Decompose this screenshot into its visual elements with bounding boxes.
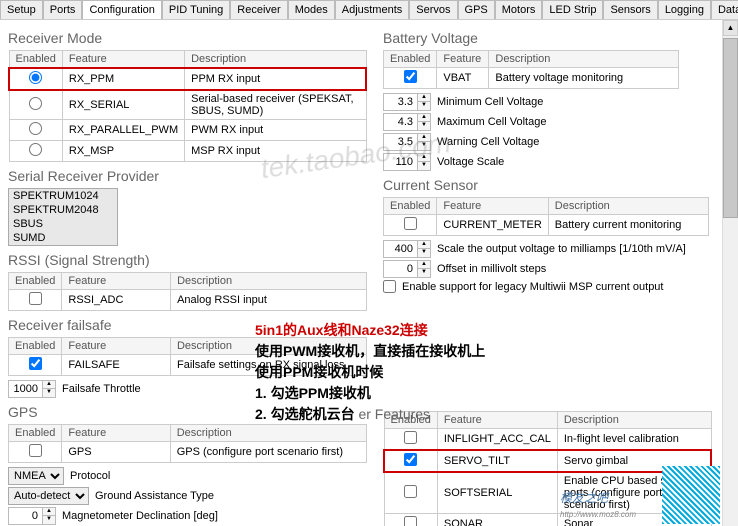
rssi-table: Enabled Feature Description RSSI_ADC Ana… [8, 272, 367, 311]
gps-mag-label: Magnetometer Declination [deg] [62, 510, 218, 522]
rx-desc: PPM RX input [185, 68, 366, 90]
tab-led-strip[interactable]: LED Strip [542, 0, 603, 19]
legacy-msp-checkbox[interactable] [383, 280, 396, 293]
rx-desc: Serial-based receiver (SPEKSAT, SBUS, SU… [185, 90, 366, 120]
tab-receiver[interactable]: Receiver [230, 0, 287, 19]
warn-cell-spinner[interactable]: 3.5▲▼ [383, 133, 431, 151]
provider-option[interactable]: SUMD [9, 231, 117, 245]
battery-table: Enabled Feature Description VBAT Battery… [383, 50, 679, 89]
failsafe-feature: FAILSAFE [62, 355, 171, 376]
current-title: Current Sensor [383, 177, 712, 193]
col-enabled: Enabled [9, 51, 62, 69]
tab-servos[interactable]: Servos [409, 0, 457, 19]
rssi-desc: Analog RSSI input [171, 290, 367, 311]
tab-gps[interactable]: GPS [458, 0, 495, 19]
current-scale-spinner[interactable]: 400▲▼ [383, 240, 431, 258]
rssi-enabled-checkbox[interactable] [29, 292, 42, 305]
gps-protocol-select[interactable]: NMEA [8, 467, 64, 485]
current-feature: CURRENT_METER [437, 215, 548, 236]
rx-desc: MSP RX input [185, 141, 366, 162]
other-checkbox-softserial[interactable] [404, 485, 417, 498]
rssi-title: RSSI (Signal Strength) [8, 252, 367, 268]
other-desc: In-flight level calibration [557, 429, 711, 451]
vbat-enabled-checkbox[interactable] [404, 70, 417, 83]
battery-title: Battery Voltage [383, 30, 712, 46]
left-column: Receiver Mode Enabled Feature Descriptio… [0, 20, 375, 526]
failsafe-throttle-label: Failsafe Throttle [62, 383, 141, 395]
min-cell-spinner[interactable]: 3.3▲▼ [383, 93, 431, 111]
other-feature: INFLIGHT_ACC_CAL [437, 429, 557, 451]
other-feature: SERVO_TILT [437, 450, 557, 472]
right-column: Battery Voltage Enabled Feature Descript… [375, 20, 720, 526]
rssi-feature: RSSI_ADC [62, 290, 171, 311]
max-cell-spinner[interactable]: 4.3▲▼ [383, 113, 431, 131]
rx-feature: RX_SERIAL [62, 90, 184, 120]
current-offset-spinner[interactable]: 0▲▼ [383, 260, 431, 278]
gps-enabled-checkbox[interactable] [29, 444, 42, 457]
vbat-feature: VBAT [437, 68, 489, 89]
other-feature: SOFTSERIAL [437, 472, 557, 514]
gps-table: Enabled Feature Description GPS GPS (con… [8, 424, 367, 463]
current-desc: Battery current monitoring [548, 215, 708, 236]
spinner-up-icon: ▲ [43, 381, 55, 389]
gps-feature: GPS [62, 442, 170, 463]
receiver-mode-table: Enabled Feature Description RX_PPM PPM R… [8, 50, 367, 162]
tab-adjustments[interactable]: Adjustments [335, 0, 410, 19]
other-checkbox-sonar[interactable] [404, 516, 417, 526]
rx-feature: RX_PPM [62, 68, 184, 90]
tab-setup[interactable]: Setup [0, 0, 43, 19]
content-area: tek.taobao.com Receiver Mode Enabled Fea… [0, 20, 738, 526]
serial-provider-listbox[interactable]: SPEKTRUM1024SPEKTRUM2048SBUSSUMD [8, 188, 118, 246]
failsafe-throttle-spinner[interactable]: 1000 ▲▼ [8, 380, 56, 398]
failsafe-enabled-checkbox[interactable] [29, 357, 42, 370]
voltage-scale-spinner[interactable]: 110▲▼ [383, 153, 431, 171]
gps-protocol-label: Protocol [70, 470, 110, 482]
qr-code-icon [662, 466, 720, 524]
serial-provider-title: Serial Receiver Provider [8, 168, 367, 184]
gps-assist-label: Ground Assistance Type [95, 490, 214, 502]
other-feature: SONAR [437, 514, 557, 526]
footer-logo: 模友之吧 http://www.moz8.com [560, 489, 636, 520]
provider-option[interactable]: SPEKTRUM2048 [9, 203, 117, 217]
tab-motors[interactable]: Motors [495, 0, 543, 19]
tab-modes[interactable]: Modes [288, 0, 335, 19]
rx-radio-rx_parallel_pwm[interactable] [29, 122, 42, 135]
scroll-up-arrow-icon[interactable]: ▲ [723, 20, 738, 36]
gps-desc: GPS (configure port scenario first) [170, 442, 366, 463]
col-desc: Description [185, 51, 366, 69]
rx-feature: RX_MSP [62, 141, 184, 162]
tab-configuration[interactable]: Configuration [82, 0, 161, 19]
gps-assist-select[interactable]: Auto-detect [8, 487, 89, 505]
spinner-down-icon: ▼ [43, 389, 55, 397]
provider-option[interactable]: SBUS [9, 217, 117, 231]
rx-radio-rx_ppm[interactable] [29, 71, 42, 84]
other-checkbox-inflight_acc_cal[interactable] [404, 431, 417, 444]
tab-ports[interactable]: Ports [43, 0, 83, 19]
other-checkbox-servo_tilt[interactable] [404, 453, 417, 466]
rx-feature: RX_PARALLEL_PWM [62, 120, 184, 141]
rx-desc: PWM RX input [185, 120, 366, 141]
receiver-mode-title: Receiver Mode [8, 30, 367, 46]
annotation-overlay: 5in1的Aux线和Naze32连接 使用PWM接收机，直接插在接收机上 使用P… [255, 320, 695, 425]
tab-dataflash[interactable]: Dataflash [711, 0, 738, 19]
tab-sensors[interactable]: Sensors [603, 0, 657, 19]
tab-bar: SetupPortsConfigurationPID TuningReceive… [0, 0, 738, 20]
rx-radio-rx_msp[interactable] [29, 143, 42, 156]
rx-radio-rx_serial[interactable] [29, 97, 42, 110]
tab-pid-tuning[interactable]: PID Tuning [162, 0, 230, 19]
col-feature: Feature [62, 51, 184, 69]
scroll-thumb[interactable] [723, 38, 738, 218]
tab-logging[interactable]: Logging [658, 0, 711, 19]
vertical-scrollbar[interactable]: ▲ [722, 20, 738, 526]
current-enabled-checkbox[interactable] [404, 217, 417, 230]
gps-mag-spinner[interactable]: 0 ▲▼ [8, 507, 56, 525]
vbat-desc: Battery voltage monitoring [489, 68, 679, 89]
current-table: Enabled Feature Description CURRENT_METE… [383, 197, 709, 236]
provider-option[interactable]: SPEKTRUM1024 [9, 189, 117, 203]
